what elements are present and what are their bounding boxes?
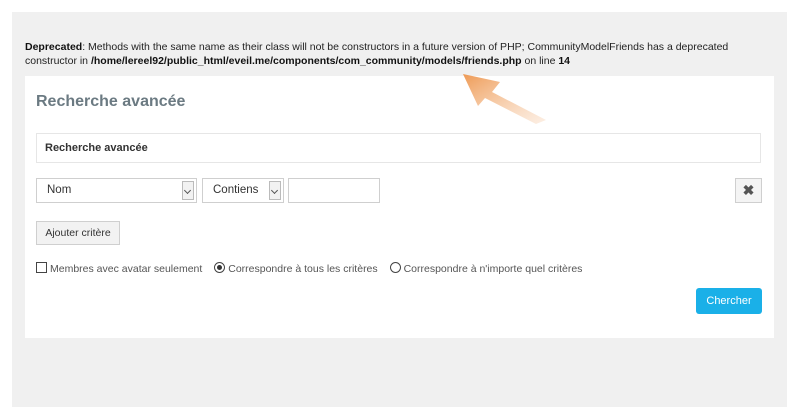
match-all-option[interactable]: Correspondre à tous les critères — [214, 262, 378, 275]
operator-select[interactable]: Contiens — [202, 178, 284, 203]
match-any-label: Correspondre à n'importe quel critères — [403, 263, 583, 275]
match-any-option[interactable]: Correspondre à n'importe quel critères — [389, 262, 583, 275]
times-icon: ✖ — [742, 182, 755, 198]
advanced-search-card: Recherche avancée Recherche avancée Nom … — [25, 76, 774, 338]
section-header: Recherche avancée — [36, 133, 761, 163]
search-options: Membres avec avatar seulement Correspond… — [36, 262, 591, 275]
warning-text-line: on line — [521, 55, 559, 67]
match-all-radio[interactable] — [214, 262, 226, 273]
warning-label: Deprecated — [25, 41, 83, 53]
criteria-value-input[interactable] — [288, 178, 380, 203]
avatar-only-label: Membres avec avatar seulement — [50, 263, 203, 275]
field-select[interactable]: Nom — [36, 178, 197, 203]
operator-select-value: Contiens — [213, 184, 259, 196]
search-button[interactable]: Chercher — [696, 288, 762, 314]
deprecation-warning: Deprecated: Methods with the same name a… — [25, 40, 765, 68]
add-criteria-button[interactable]: Ajouter critère — [36, 221, 120, 245]
remove-criteria-button[interactable]: ✖ — [735, 178, 762, 203]
match-all-label: Correspondre à tous les critères — [228, 263, 378, 275]
avatar-only-checkbox[interactable] — [36, 262, 47, 273]
page-title: Recherche avancée — [36, 93, 186, 110]
match-any-radio[interactable] — [389, 262, 401, 273]
field-select-value: Nom — [47, 184, 72, 196]
warning-path: /home/lereel92/public_html/eveil.me/comp… — [90, 55, 522, 67]
avatar-only-option[interactable]: Membres avec avatar seulement — [36, 262, 202, 275]
chevron-down-icon — [182, 181, 194, 200]
warning-line-number: 14 — [558, 55, 571, 67]
chevron-down-icon — [269, 181, 281, 200]
